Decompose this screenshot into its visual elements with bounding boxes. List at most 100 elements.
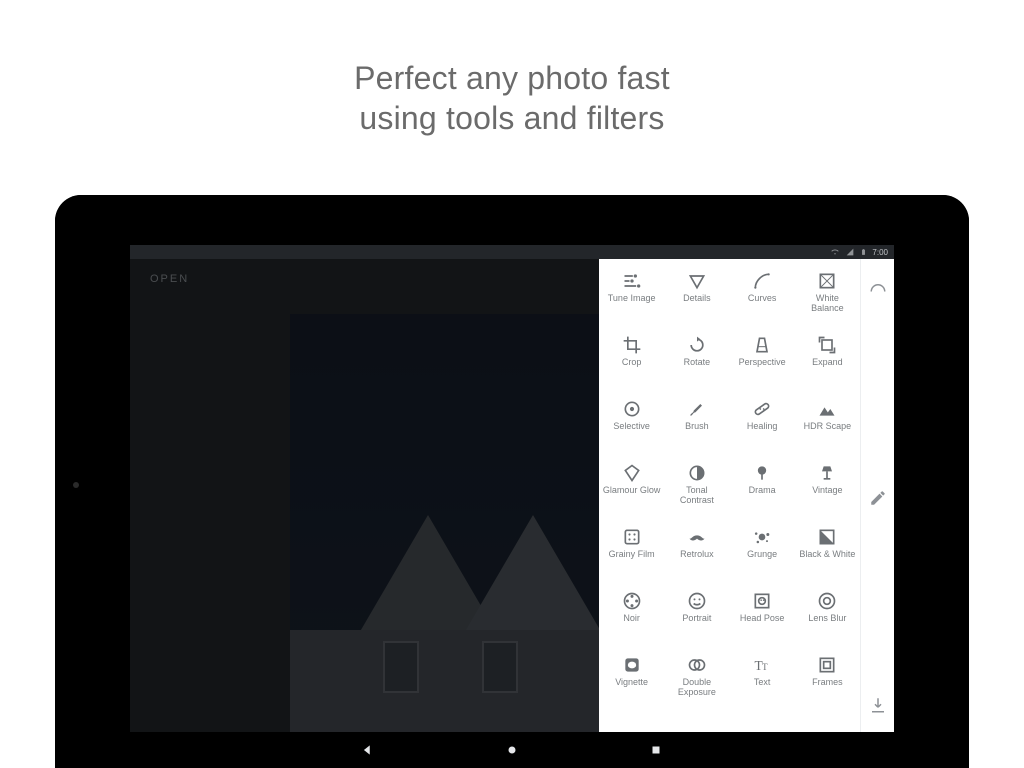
tools-grid: Tune Image Details Curves White Balance Crop…: [599, 259, 860, 732]
nav-home-button[interactable]: [505, 743, 519, 757]
tool-expand[interactable]: Expand: [795, 329, 860, 393]
target-icon: [622, 399, 642, 419]
tool-label: Curves: [748, 294, 777, 304]
lamp-icon: [817, 463, 837, 483]
headline-line1: Perfect any photo fast: [0, 58, 1024, 98]
promo-headline: Perfect any photo fast using tools and f…: [0, 58, 1024, 138]
tool-double-exposure[interactable]: Double Exposure: [664, 649, 729, 713]
tool-label: Healing: [747, 422, 778, 432]
reel-icon: [622, 591, 642, 611]
tool-vintage[interactable]: Vintage: [795, 457, 860, 521]
tool-label: Glamour Glow: [603, 486, 661, 496]
nav-back-button[interactable]: [361, 743, 375, 757]
editor-canvas-area: OPEN: [130, 259, 599, 732]
crop-icon: [622, 335, 642, 355]
tree-icon: [752, 463, 772, 483]
diamond-icon: [622, 463, 642, 483]
tool-frames[interactable]: Frames: [795, 649, 860, 713]
pencil-icon[interactable]: [869, 489, 887, 507]
tool-curves[interactable]: Curves: [730, 265, 795, 329]
tool-label: Vignette: [615, 678, 648, 688]
android-nav-bar: [130, 732, 894, 768]
tool-healing[interactable]: Healing: [730, 393, 795, 457]
tool-label: Vintage: [812, 486, 842, 496]
nav-recents-button[interactable]: [649, 743, 663, 757]
tool-tune-image[interactable]: Tune Image: [599, 265, 664, 329]
photo-preview[interactable]: [290, 314, 599, 732]
signal-icon: [845, 248, 855, 256]
tool-label: Drama: [749, 486, 776, 496]
side-rail: [860, 259, 894, 732]
tool-label: Details: [683, 294, 711, 304]
tool-label: Head Pose: [740, 614, 785, 624]
tool-vignette[interactable]: Vignette: [599, 649, 664, 713]
tool-label: Text: [754, 678, 771, 688]
tool-portrait[interactable]: Portrait: [664, 585, 729, 649]
export-icon[interactable]: [869, 696, 887, 714]
tablet-screen: 7:00 OPEN Tune ImageDetailsCurvesWhi: [130, 245, 894, 768]
tool-grainy-film[interactable]: Grainy Film: [599, 521, 664, 585]
tool-lens-blur[interactable]: Lens Blur: [795, 585, 860, 649]
splatter-icon: [752, 527, 772, 547]
curve-icon: [752, 271, 772, 291]
face-icon: [687, 591, 707, 611]
tool-label: Black & White: [799, 550, 855, 560]
triangle-down-icon: [687, 271, 707, 291]
tablet-frame: 7:00 OPEN Tune ImageDetailsCurvesWhi: [55, 195, 969, 768]
tool-glamour-glow[interactable]: Glamour Glow: [599, 457, 664, 521]
tool-label: Crop: [622, 358, 642, 368]
tool-label: Grainy Film: [609, 550, 655, 560]
tool-crop[interactable]: Crop: [599, 329, 664, 393]
tool-label: Tune Image: [608, 294, 656, 304]
tool-label: Brush: [685, 422, 709, 432]
perspective-icon: [752, 335, 772, 355]
half-circle-icon: [687, 463, 707, 483]
tool-label: Noir: [623, 614, 640, 624]
tool-label: White Balance: [798, 294, 856, 314]
tool-retrolux[interactable]: Retrolux: [664, 521, 729, 585]
android-status-bar: 7:00: [130, 245, 894, 259]
tool-perspective[interactable]: Perspective: [730, 329, 795, 393]
tool-drama[interactable]: Drama: [730, 457, 795, 521]
tools-panel: Tune Image Details Curves White Balance Crop…: [599, 259, 894, 732]
wb-icon: [817, 271, 837, 291]
headline-line2: using tools and filters: [0, 98, 1024, 138]
tool-rotate[interactable]: Rotate: [664, 329, 729, 393]
tool-label: Tonal Contrast: [668, 486, 726, 506]
rotate-icon: [687, 335, 707, 355]
tool-label: Expand: [812, 358, 843, 368]
tool-label: Grunge: [747, 550, 777, 560]
tool-brush[interactable]: Brush: [664, 393, 729, 457]
moustache-icon: [687, 527, 707, 547]
tool-white-balance[interactable]: White Balance: [795, 265, 860, 329]
tool-grunge[interactable]: Grunge: [730, 521, 795, 585]
tool-label: Frames: [812, 678, 843, 688]
tool-label: HDR Scape: [804, 422, 852, 432]
tool-label: Selective: [613, 422, 650, 432]
bw-square-icon: [817, 527, 837, 547]
tool-noir[interactable]: Noir: [599, 585, 664, 649]
text-icon: [752, 655, 772, 675]
double-exposure-icon: [687, 655, 707, 675]
looks-icon[interactable]: [869, 281, 887, 299]
tool-hdr-scape[interactable]: HDR Scape: [795, 393, 860, 457]
brush-icon: [687, 399, 707, 419]
tool-details[interactable]: Details: [664, 265, 729, 329]
bandage-icon: [752, 399, 772, 419]
tool-label: Lens Blur: [808, 614, 846, 624]
sliders-icon: [622, 271, 642, 291]
tool-head-pose[interactable]: Head Pose: [730, 585, 795, 649]
tool-tonal-contrast[interactable]: Tonal Contrast: [664, 457, 729, 521]
head-pose-icon: [752, 591, 772, 611]
tool-black-white[interactable]: Black & White: [795, 521, 860, 585]
open-button[interactable]: OPEN: [150, 273, 189, 285]
tool-selective[interactable]: Selective: [599, 393, 664, 457]
tool-label: Double Exposure: [668, 678, 726, 698]
tool-label: Portrait: [682, 614, 711, 624]
status-time: 7:00: [872, 248, 888, 257]
frames-icon: [817, 655, 837, 675]
expand-icon: [817, 335, 837, 355]
tool-label: Perspective: [739, 358, 786, 368]
tool-label: Retrolux: [680, 550, 714, 560]
tool-text[interactable]: Text: [730, 649, 795, 713]
